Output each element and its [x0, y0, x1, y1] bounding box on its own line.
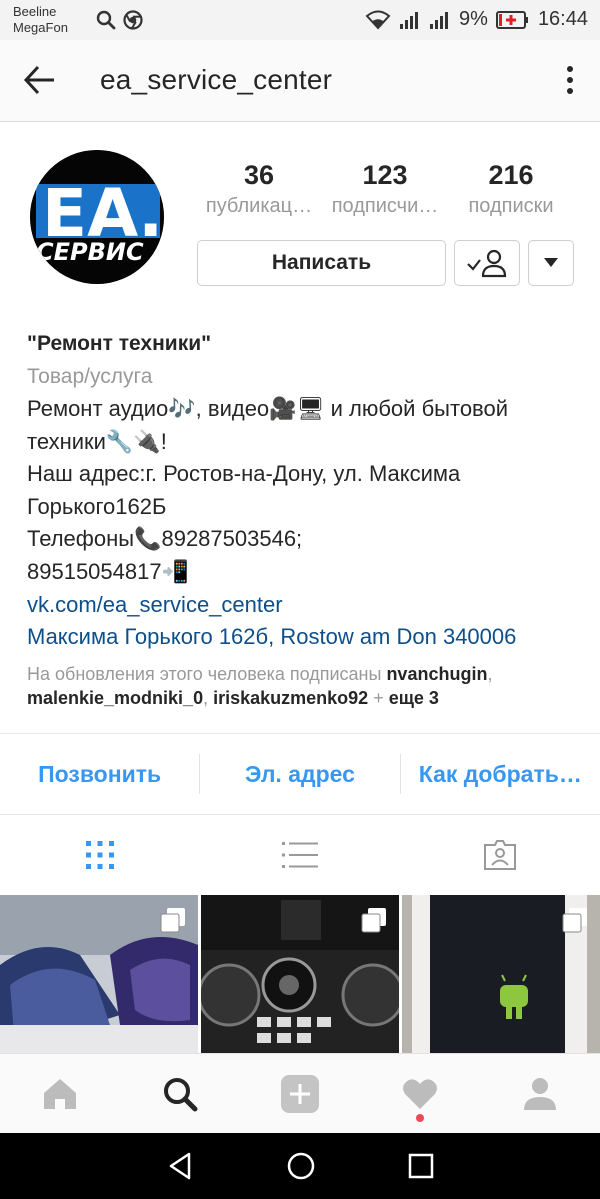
avatar[interactable]: ЕА. СЕРВИС: [30, 150, 164, 284]
multiple-photos-icon: [361, 908, 386, 933]
carrier-names: Beeline MegaFon: [13, 4, 68, 36]
following-count: 216: [488, 160, 534, 190]
recents-square-icon[interactable]: [407, 1152, 435, 1180]
status-icons-left: [95, 9, 143, 31]
followers-count: 123: [362, 160, 408, 190]
followed-by[interactable]: На обновления этого человека подписаны n…: [27, 662, 587, 710]
followed-by-user: nvanchugin: [386, 663, 488, 684]
post-thumbnail[interactable]: [402, 895, 600, 1053]
tab-list[interactable]: [200, 840, 400, 870]
bottom-navigation: [0, 1053, 600, 1133]
stat-followers[interactable]: 123 подписчи…: [322, 158, 448, 220]
profile-header: ea_service_center: [0, 40, 600, 122]
nav-add-post[interactable]: [240, 1054, 360, 1134]
profile-view-tabs: [0, 815, 600, 895]
bio-line: Горького162Б: [27, 493, 167, 519]
system-navigation-bar: [0, 1133, 600, 1199]
back-arrow-icon[interactable]: [22, 62, 58, 98]
followed-by-separator: ,: [203, 687, 214, 708]
followers-label: подписчи…: [331, 195, 439, 217]
bio-line: Наш адрес:г. Ростов-на-Дону, ул. Максима: [27, 461, 461, 487]
post-thumbnail[interactable]: [0, 895, 198, 1053]
bio-line: 89515054817📲: [27, 558, 189, 584]
back-triangle-icon[interactable]: [165, 1151, 195, 1181]
tab-grid[interactable]: [0, 840, 200, 870]
search-icon: [164, 1077, 198, 1111]
multiple-photos-icon: [160, 908, 185, 933]
bio-line: Телефоны📞89287503546;: [27, 526, 303, 552]
battery-percent: 9%: [459, 8, 488, 30]
wifi-icon: [365, 10, 391, 29]
carrier-1: Beeline: [13, 4, 57, 19]
profile-stats: 36 публикац… 123 подписчи… 216 подписки: [196, 158, 574, 220]
followed-by-user: malenkie_modniki_0: [27, 687, 204, 708]
nav-profile[interactable]: [480, 1054, 600, 1134]
profile-bio: "Ремонт техники" Товар/услуга Ремонт ауд…: [27, 330, 587, 710]
photo-grid: [0, 895, 600, 1053]
profile-actions: Написать: [197, 240, 574, 286]
avatar-logo: ЕА. СЕРВИС: [30, 150, 164, 284]
followed-by-user: iriskakuzmenko92: [213, 687, 369, 708]
stat-posts[interactable]: 36 публикац…: [196, 158, 322, 220]
bio-line: техники🔧🔌!: [27, 428, 167, 454]
nav-activity[interactable]: [360, 1054, 480, 1134]
header-username: ea_service_center: [100, 64, 333, 95]
clock: 16:44: [537, 8, 588, 30]
post-thumbnail[interactable]: [201, 895, 399, 1053]
grid-icon: [86, 841, 114, 869]
status-icons-right: 9% 16:44: [365, 8, 588, 31]
followed-by-prefix: На обновления этого человека подписаны: [27, 663, 387, 684]
following-label: подписки: [468, 195, 554, 217]
signal-icon-1: [400, 11, 419, 29]
profile-icon: [524, 1077, 556, 1110]
caret-down-icon: [544, 258, 558, 267]
add-icon: [281, 1074, 319, 1113]
posts-count: 36: [243, 160, 275, 190]
nav-search[interactable]: [120, 1054, 240, 1134]
user-check-icon: [467, 249, 507, 278]
followed-by-plus: +: [368, 687, 389, 708]
call-button[interactable]: Позвонить: [0, 761, 199, 788]
bio-category: Товар/услуга: [27, 365, 153, 388]
chrome-icon: [123, 10, 143, 30]
followed-by-separator: ,: [487, 663, 493, 684]
multiple-photos-icon: [562, 908, 587, 933]
battery-charging-icon: [495, 10, 528, 29]
status-bar: Beeline MegaFon 9% 16:44: [0, 0, 600, 40]
posts-label: публикац…: [205, 195, 313, 217]
bio-name: "Ремонт техники": [27, 332, 212, 355]
signal-icon-2: [430, 11, 449, 29]
nav-home[interactable]: [0, 1054, 120, 1134]
avatar-text-bottom: СЕРВИС: [36, 238, 144, 266]
bio-line: Ремонт аудио🎶, видео🎥🖥 и любой бытовой: [27, 396, 509, 421]
list-icon: [282, 842, 318, 868]
followed-by-more: еще 3: [388, 687, 439, 708]
home-icon: [44, 1078, 76, 1109]
tab-tagged[interactable]: [400, 839, 600, 871]
message-button[interactable]: Написать: [197, 240, 446, 286]
heart-icon: [403, 1078, 437, 1109]
bio-address-link[interactable]: Максима Горького 162б, Rostow am Don 340…: [27, 621, 587, 654]
stat-following[interactable]: 216 подписки: [448, 158, 574, 220]
home-circle-icon[interactable]: [286, 1151, 316, 1181]
directions-button[interactable]: Как добрать…: [401, 761, 600, 788]
suggestions-dropdown-button[interactable]: [528, 240, 574, 286]
contact-options: Позвонить Эл. адрес Как добрать…: [0, 733, 600, 815]
carrier-2: MegaFon: [13, 20, 68, 35]
tagged-icon: [484, 840, 516, 870]
following-button[interactable]: [454, 240, 520, 286]
email-button[interactable]: Эл. адрес: [200, 761, 399, 788]
bio-website-link[interactable]: vk.com/ea_service_center: [27, 589, 587, 622]
notification-dot: [416, 1113, 424, 1122]
search-status-icon: [96, 10, 116, 30]
more-options-icon[interactable]: [560, 64, 580, 96]
